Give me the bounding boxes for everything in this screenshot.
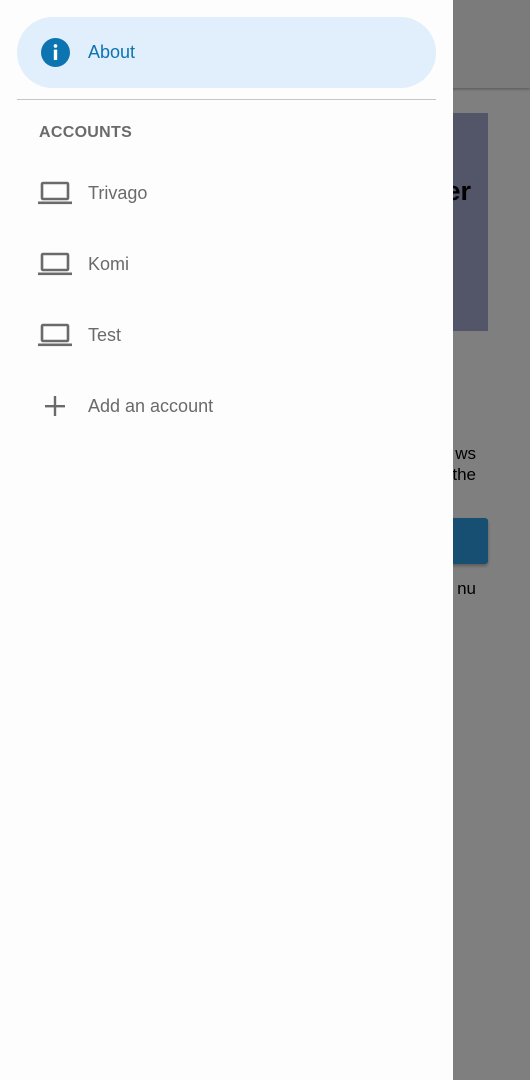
drawer-divider [17, 99, 436, 100]
drawer-item-account-trivago[interactable]: Trivago [17, 163, 436, 223]
drawer-item-about-label: About [88, 42, 136, 62]
account-label: Test [88, 325, 122, 345]
drawer-item-about[interactable]: About [17, 17, 436, 88]
navigation-drawer: About ACCOUNTS Trivago Komi Test Add an … [0, 0, 453, 1080]
drawer-item-account-komi[interactable]: Komi [17, 234, 436, 294]
laptop-icon [38, 181, 72, 205]
account-label: Trivago [88, 183, 148, 203]
account-label: Komi [88, 254, 130, 274]
info-icon [41, 38, 70, 67]
drawer-item-add-account[interactable]: Add an account [17, 376, 436, 436]
add-account-label: Add an account [88, 396, 214, 416]
accounts-section-header: ACCOUNTS [39, 124, 133, 141]
laptop-icon [38, 323, 72, 347]
plus-icon [45, 396, 65, 416]
drawer-item-account-test[interactable]: Test [17, 305, 436, 365]
laptop-icon [38, 252, 72, 276]
